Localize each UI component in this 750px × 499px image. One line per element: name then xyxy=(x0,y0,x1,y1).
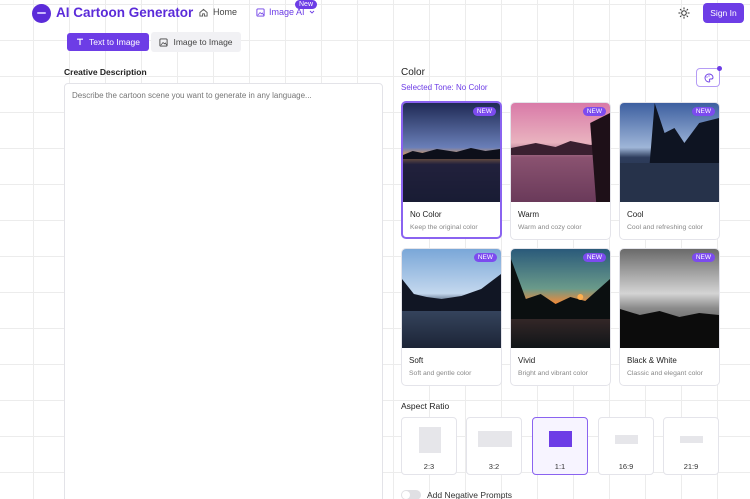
theme-toggle-sun-icon[interactable] xyxy=(678,7,690,19)
new-badge: NEW xyxy=(582,253,606,262)
ratio-shape xyxy=(478,431,512,447)
aspect-ratio-2-3[interactable]: 2:3 xyxy=(401,417,457,475)
lake-thumbnail-warm xyxy=(511,103,610,202)
color-option-cool[interactable]: NEW Cool Cool and refreshing color xyxy=(619,102,720,240)
tab-image-to-image[interactable]: Image to Image xyxy=(151,32,241,52)
color-option-name: No Color xyxy=(410,210,442,219)
tab-image-to-image-label: Image to Image xyxy=(173,37,233,47)
home-icon xyxy=(199,8,208,17)
color-option-name: Vivid xyxy=(518,356,536,365)
nav-home[interactable]: Home xyxy=(199,7,237,17)
palette-icon xyxy=(704,73,714,83)
new-badge: New xyxy=(295,0,318,9)
color-section-title: Color xyxy=(401,67,425,78)
ratio-shape xyxy=(419,427,441,453)
ratio-shape xyxy=(549,431,572,447)
aspect-ratio-16-9[interactable]: 16:9 xyxy=(598,417,654,475)
color-option-desc: Keep the original color xyxy=(410,224,478,231)
image-icon xyxy=(256,7,265,17)
image-icon xyxy=(159,37,169,47)
color-option-vivid[interactable]: NEW Vivid Bright and vibrant color xyxy=(510,248,611,386)
aspect-ratio-21-9[interactable]: 21:9 xyxy=(663,417,719,475)
color-option-desc: Bright and vibrant color xyxy=(518,370,588,377)
selected-tone-text: Selected Tone: No Color xyxy=(401,83,488,92)
lake-thumbnail-black-white xyxy=(620,249,719,348)
ratio-label: 21:9 xyxy=(683,462,699,471)
new-badge: NEW xyxy=(691,107,715,116)
lake-thumbnail-no-color xyxy=(403,103,500,202)
creative-description-label: Creative Description xyxy=(64,67,147,77)
lake-thumbnail-cool xyxy=(620,103,719,202)
color-option-desc: Soft and gentle color xyxy=(409,370,472,377)
notification-dot xyxy=(717,66,722,71)
logo[interactable] xyxy=(32,4,51,23)
lake-thumbnail-soft xyxy=(402,249,501,348)
ratio-shape xyxy=(680,436,703,443)
color-option-no-color[interactable]: NEW No Color Keep the original color xyxy=(401,101,502,239)
ratio-label: 3:2 xyxy=(488,462,500,471)
sign-in-button[interactable]: Sign In xyxy=(703,3,744,23)
color-palette-button[interactable] xyxy=(696,66,722,87)
lake-thumbnail-vivid xyxy=(511,249,610,348)
color-option-desc: Cool and refreshing color xyxy=(627,224,703,231)
negative-prompts-toggle[interactable] xyxy=(401,490,421,499)
new-badge: NEW xyxy=(473,253,497,262)
color-option-name: Soft xyxy=(409,356,424,365)
new-badge: NEW xyxy=(582,107,606,116)
text-icon xyxy=(76,38,83,45)
new-badge: NEW xyxy=(691,253,715,262)
aspect-ratio-1-1[interactable]: 1:1 xyxy=(532,417,588,475)
brand-title[interactable]: AI Cartoon Generator xyxy=(56,5,193,20)
aspect-ratio-3-2[interactable]: 3:2 xyxy=(466,417,522,475)
ratio-label: 16:9 xyxy=(618,462,634,471)
top-nav: AI Cartoon Generator Home Image AI New S… xyxy=(0,0,750,28)
color-option-desc: Warm and cozy color xyxy=(518,224,582,231)
color-option-name: Black & White xyxy=(627,356,677,365)
color-option-name: Warm xyxy=(518,210,540,219)
ratio-label: 2:3 xyxy=(423,462,435,471)
color-option-warm[interactable]: NEW Warm Warm and cozy color xyxy=(510,102,611,240)
creative-description-input[interactable] xyxy=(64,83,383,499)
negative-prompts-label: Add Negative Prompts xyxy=(427,490,513,499)
color-option-name: Cool xyxy=(627,210,644,219)
color-option-black-white[interactable]: NEW Black & White Classic and elegant co… xyxy=(619,248,720,386)
ratio-shape xyxy=(615,435,638,444)
new-badge: NEW xyxy=(472,107,496,116)
nav-home-label: Home xyxy=(213,7,238,17)
aspect-ratio-label: Aspect Ratio xyxy=(401,401,450,411)
tab-text-to-image[interactable]: Text to Image xyxy=(67,33,149,51)
color-option-desc: Classic and elegant color xyxy=(627,370,703,377)
ratio-label: 1:1 xyxy=(554,462,566,471)
chevron-down-icon xyxy=(309,10,314,14)
color-option-soft[interactable]: NEW Soft Soft and gentle color xyxy=(401,248,502,386)
tab-text-to-image-label: Text to Image xyxy=(88,37,141,47)
